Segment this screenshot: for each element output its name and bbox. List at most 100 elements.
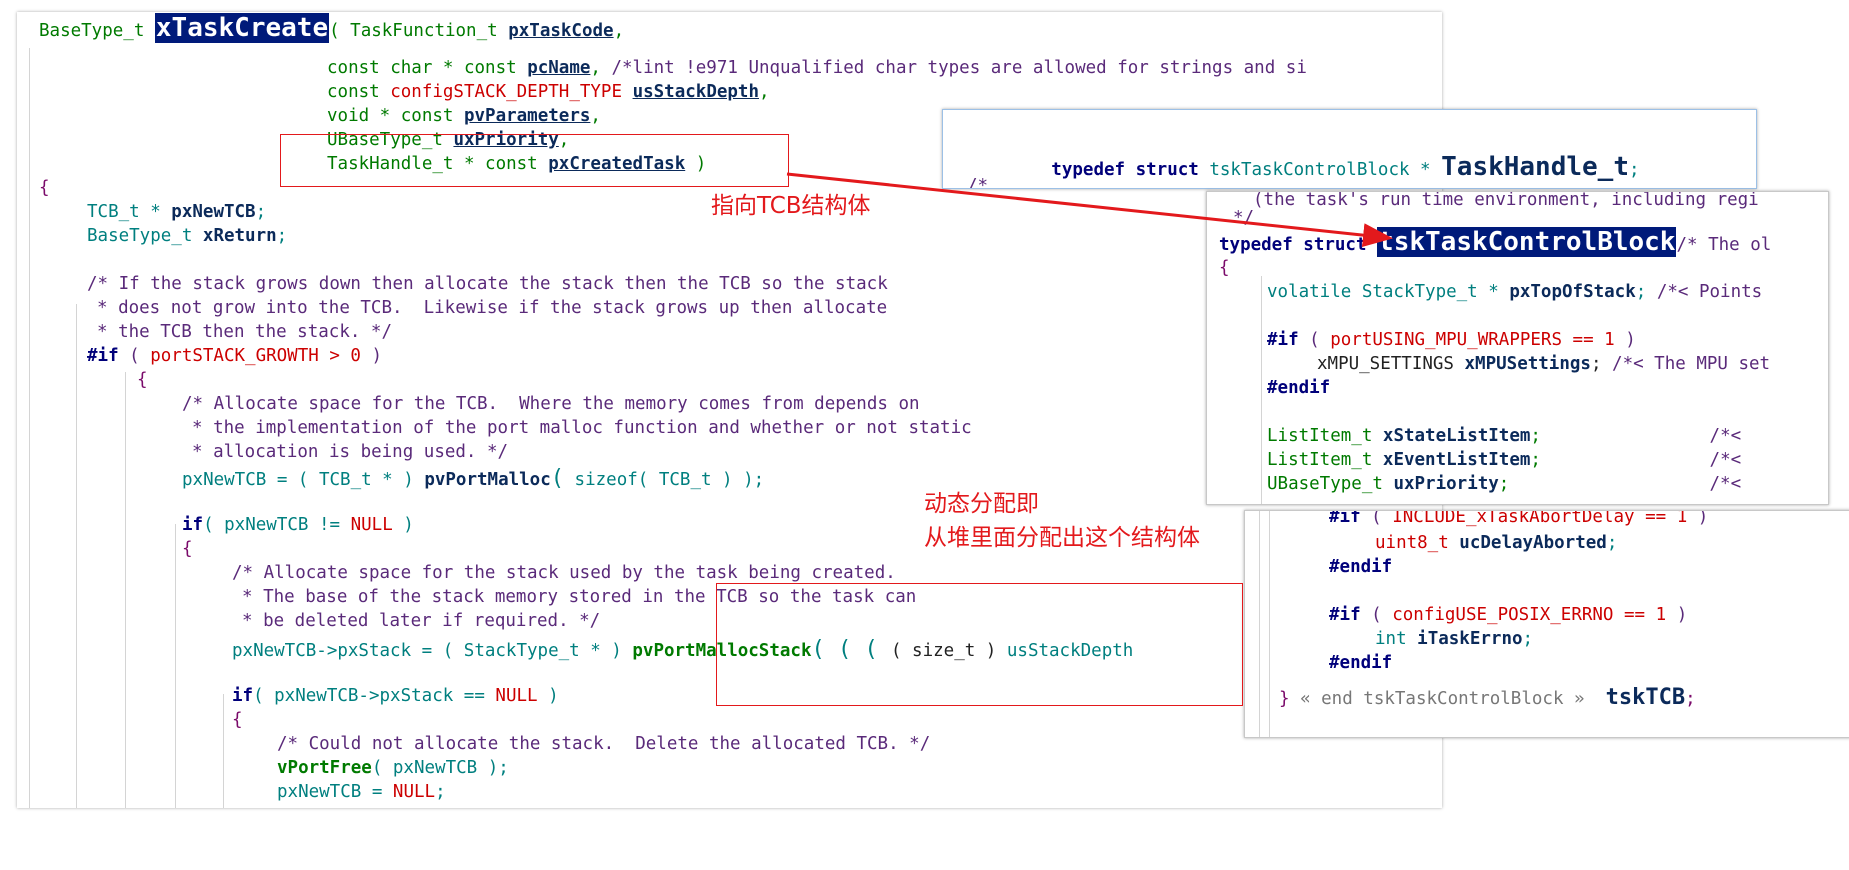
code-token: pvPortMalloc <box>424 470 551 490</box>
code-line: uint8_t ucDelayAborted; <box>1375 531 1849 555</box>
code-token: /* The ol <box>1676 235 1772 255</box>
code-token: volatile StackType_t * <box>1267 282 1510 302</box>
code-token: ( <box>1298 330 1331 350</box>
code-token: /*< <box>1540 426 1742 446</box>
code-token: uint8_t <box>1375 533 1460 553</box>
code-line: xMPU_SETTINGS xMPUSettings; /*< The MPU … <box>1317 352 1828 376</box>
code-token: portSTACK_GROWTH > 0 <box>150 346 361 366</box>
code-token: ) <box>537 686 559 706</box>
code-line: volatile StackType_t * pxTopOfStack; /*<… <box>1267 280 1828 304</box>
code-line: typedef struct tskTaskControlBlock * Tas… <box>967 116 1639 182</box>
code-token: pxTopOfStack <box>1509 282 1636 302</box>
code-token: ; <box>435 782 446 802</box>
code-token: int <box>1375 629 1418 649</box>
code-token: * the TCB then the stack. */ <box>97 322 393 342</box>
code-token: ; <box>1590 354 1613 374</box>
code-token: pvParameters <box>463 106 591 126</box>
function-name-highlight: xTaskCreate <box>154 13 330 43</box>
struct-code: (the task's run time environment, includ… <box>1207 192 1828 504</box>
code-token: NULL <box>392 782 436 802</box>
code-token: /*< Points <box>1656 282 1763 302</box>
code-token: vPortFree <box>277 758 372 778</box>
code-token: ; <box>1606 533 1618 553</box>
code-token: /* Allocate space for the TCB. Where the… <box>182 394 920 414</box>
code-token: #if <box>1267 330 1299 350</box>
code-token: /* Could not allocate the stack. Delete … <box>277 734 931 754</box>
code-line: BaseType_t xTaskCreate( TaskFunction_t p… <box>39 13 1442 46</box>
code-token: #endif <box>1329 653 1393 673</box>
code-token: xMPUSettings <box>1464 354 1591 374</box>
code-token: portUSING_MPU_WRAPPERS == 1 <box>1330 330 1615 350</box>
code-line: #if ( configUSE_POSIX_ERRNO == 1 ) <box>1329 603 1849 627</box>
code-line: } « end tskTaskControlBlock » tskTCB; <box>1279 683 1849 713</box>
code-line: /* <box>967 176 989 189</box>
code-token: NULL <box>495 686 538 706</box>
tcb-tooltip: #if ( INCLUDE_xTaskAbortDelay == 1 ) uint… <box>1244 510 1849 738</box>
code-line: const configSTACK_DEPTH_TYPE usStackDept… <box>327 80 1442 104</box>
code-token: const char * const <box>327 58 528 78</box>
code-token: pxNewTCB = <box>277 782 393 802</box>
code-token: ) <box>392 515 414 535</box>
code-token: pcName <box>527 58 591 78</box>
code-line: #endif <box>1329 651 1849 675</box>
code-line: vPortFree( pxNewTCB ); <box>277 756 1442 780</box>
code-line: const char * const pcName, /*lint !e971 … <box>327 56 1442 80</box>
code-token: BaseType_t <box>87 226 203 246</box>
code-token: configUSE_POSIX_ERRNO == 1 <box>1392 605 1667 625</box>
code-token: ( pxNewTCB ); <box>371 758 509 778</box>
code-line: UBaseType_t uxPriority; /*< <box>1267 472 1828 496</box>
code-token: /*lint !e971 Unqualified char types are … <box>611 58 1307 78</box>
code-token: pxNewTCB->pxStack = ( StackType_t * ) <box>232 641 633 661</box>
code-line: #endif <box>1267 376 1828 400</box>
pointer-annotation: 指向TCB结构体 <box>711 193 871 219</box>
code-token: pxNewTCB <box>171 202 256 222</box>
code-token: ( <box>1360 605 1393 625</box>
code-token: void * const <box>327 106 464 126</box>
code-token: BaseType_t <box>39 21 155 41</box>
code-token: ) <box>1687 510 1709 527</box>
code-token: * the implementation of the port malloc … <box>192 418 972 438</box>
code-token: typedef struct <box>1051 160 1210 180</box>
code-token: usStackDepth <box>632 82 759 102</box>
code-token: ( <box>118 346 151 366</box>
struct-name-highlight: tskTaskControlBlock <box>1377 227 1677 257</box>
code-token: { <box>137 370 148 390</box>
code-token: uxPriority <box>1393 474 1499 494</box>
typedef-code: typedef struct tskTaskControlBlock * Tas… <box>967 116 1640 189</box>
code-token: /* Allocate space for the stack used by … <box>232 563 896 583</box>
code-token: { <box>39 178 50 198</box>
code-token: ; <box>1530 426 1541 446</box>
code-token: if <box>182 515 204 535</box>
code-token: iTaskErrno <box>1417 629 1523 649</box>
dynamic-alloc-annotation-line2: 从堆里面分配出这个结构体 <box>924 525 1200 551</box>
code-token: xReturn <box>202 226 277 246</box>
code-token: « end tskTaskControlBlock » <box>1300 689 1585 709</box>
code-token: TCB_t * <box>87 202 172 222</box>
malloc-stack-highlight-box <box>716 583 1243 706</box>
code-token: ListItem_t <box>1267 450 1383 470</box>
code-token: #if <box>1329 510 1361 527</box>
code-token: { <box>182 539 193 559</box>
code-token: tskTaskControlBlock * <box>1209 160 1442 180</box>
code-token: ( TaskFunction_t <box>329 21 509 41</box>
code-token: UBaseType_t <box>1267 474 1394 494</box>
code-token: , <box>759 82 770 102</box>
code-token: xEventListItem <box>1382 450 1531 470</box>
tcb-code: #if ( INCLUDE_xTaskAbortDelay == 1 ) uint… <box>1245 511 1849 737</box>
code-token: /* If the stack grows down then allocate… <box>87 274 888 294</box>
code-token: sizeof( TCB_t ) ); <box>564 470 765 490</box>
code-token: ) <box>1614 330 1636 350</box>
code-token: xMPU_SETTINGS <box>1317 354 1465 374</box>
code-token: ( <box>550 466 565 491</box>
code-token: pxNewTCB = ( TCB_t * ) <box>182 470 425 490</box>
code-token: { <box>1219 258 1230 278</box>
code-line: #if ( portUSING_MPU_WRAPPERS == 1 ) <box>1267 328 1828 352</box>
code-line: { <box>1219 256 1828 280</box>
code-token: TaskHandle_t <box>1441 152 1629 182</box>
code-token: #endif <box>1329 557 1393 577</box>
code-token: * be deleted later if required. */ <box>242 611 601 631</box>
code-token: configSTACK_DEPTH_TYPE <box>390 82 623 102</box>
code-token: ; <box>1522 629 1534 649</box>
